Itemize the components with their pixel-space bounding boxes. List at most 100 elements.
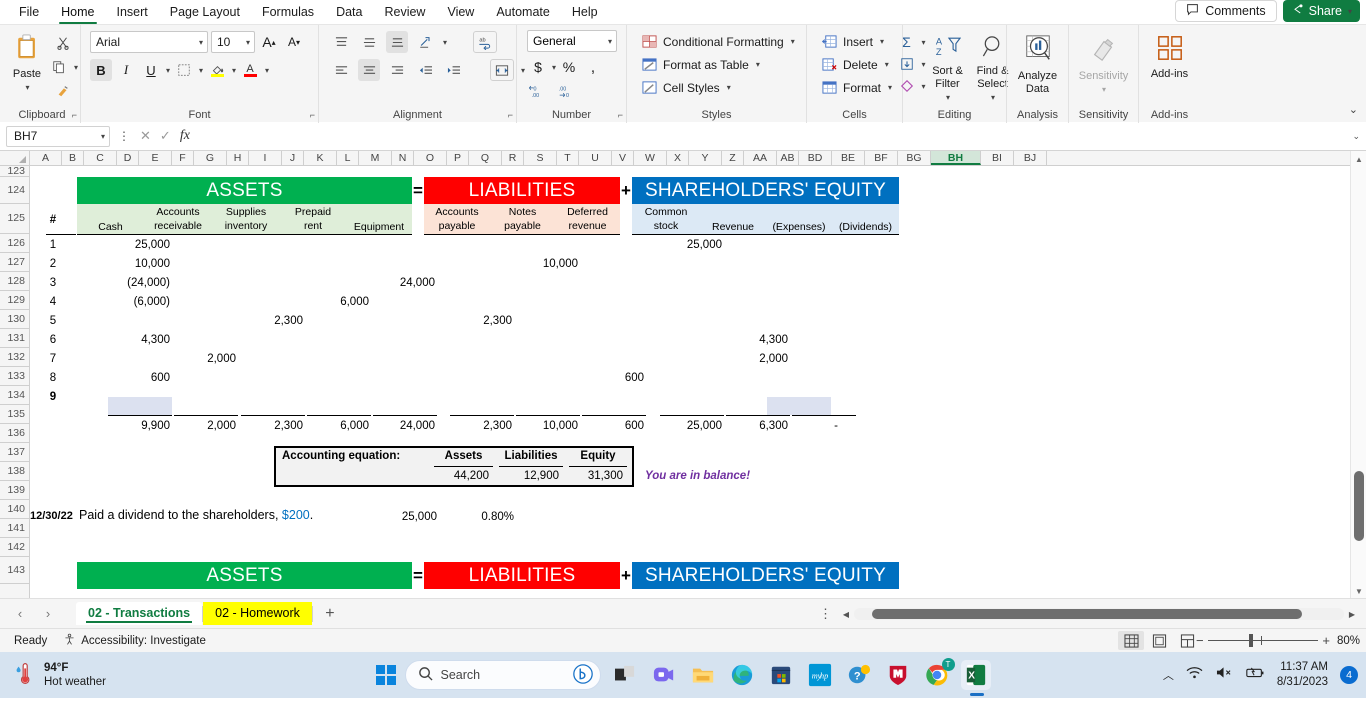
comments-button[interactable]: Comments [1175,0,1277,22]
ribbon-tab-automate[interactable]: Automate [485,2,561,23]
cut-button[interactable] [48,32,78,54]
column-header-j[interactable]: J [282,151,304,165]
autosum-button[interactable]: Σ [896,31,918,53]
enter-entry-icon[interactable]: ✓ [160,128,171,144]
cell-cash-row6[interactable]: 4,300 [108,333,172,348]
format-cells-button[interactable]: Format ▾ [817,76,896,99]
row-header-141[interactable]: 141 [0,519,29,538]
clipboard-dialog-launcher[interactable]: ⌐ [72,110,77,120]
chevron-down-icon[interactable]: ▾ [1348,7,1352,16]
horizontal-scrollbar[interactable] [854,608,1344,620]
chevron-down-icon[interactable]: ▾ [608,37,612,46]
column-header-d[interactable]: D [117,151,139,165]
collapse-ribbon-button[interactable]: ⌄ [1349,103,1358,116]
column-header-be[interactable]: BE [832,151,865,165]
ribbon-tab-data[interactable]: Data [325,2,373,23]
chevron-down-icon[interactable]: ▾ [265,66,269,75]
increase-font-size-button[interactable]: A ▴ [258,31,280,53]
column-header-c[interactable]: C [84,151,117,165]
cell-cash-row1[interactable]: 25,000 [108,238,172,253]
row-header-134[interactable]: 134 [0,386,29,405]
chevron-down-icon[interactable]: ▾ [991,91,995,104]
row-header-130[interactable]: 130 [0,310,29,329]
wrap-text-button[interactable]: ab [473,31,498,53]
decrease-indent-button[interactable] [414,59,436,81]
row-header-137[interactable]: 137 [0,443,29,462]
cell-supplies-inventory-row5[interactable]: 2,300 [241,314,305,329]
sort-and-filter-button[interactable]: A Z Sort & Filter ▾ [926,30,970,104]
vertical-scrollbar-thumb[interactable] [1354,471,1364,541]
select-all-button[interactable] [0,151,30,165]
scroll-right-arrow-icon[interactable]: ▶ [1344,610,1360,619]
myhp-icon[interactable]: my hp [805,660,835,690]
sheet-tab-homework[interactable]: 02 - Homework [203,602,312,625]
row-header-131[interactable]: 131 [0,329,29,348]
chevron-down-icon[interactable]: ▾ [791,37,795,46]
chevron-down-icon[interactable]: ▾ [880,37,884,46]
row-header-133[interactable]: 133 [0,367,29,386]
cell-revenue-row6[interactable]: 4,300 [726,333,790,348]
scroll-down-arrow-icon[interactable]: ▼ [1351,583,1366,599]
accounting-format-button[interactable]: $ [527,56,549,78]
expand-formula-bar-icon[interactable]: ⌄ [1346,131,1360,142]
highlighted-cell-cash[interactable] [108,397,172,415]
row-header-124[interactable]: 124 [0,177,29,204]
total-accounts-payable[interactable]: 2,300 [450,419,514,434]
chevron-down-icon[interactable]: ▾ [888,83,892,92]
chrome-icon[interactable]: T [922,658,955,690]
italic-button[interactable]: I [115,59,137,81]
ribbon-tab-page-layout[interactable]: Page Layout [159,2,251,23]
chevron-down-icon[interactable]: ▾ [199,66,203,75]
decrease-font-size-button[interactable]: A ▾ [283,31,305,53]
row-header-139[interactable]: 139 [0,481,29,500]
column-header-bf[interactable]: BF [865,151,898,165]
align-middle-button[interactable] [358,31,380,53]
column-header-i[interactable]: I [249,151,282,165]
cell-accounts-receivable-row7[interactable]: 2,000 [174,352,238,367]
increase-decimal-button[interactable]: 0.00 [527,82,549,100]
start-button[interactable] [375,665,396,685]
teams-icon[interactable] [649,660,679,690]
column-header-aa[interactable]: AA [744,151,777,165]
total-deferred-revenue[interactable]: 600 [582,419,646,434]
tab-overflow-handle[interactable]: ⋮ [813,606,838,622]
row-header-135[interactable]: 135 [0,405,29,424]
total-notes-payable[interactable]: 10,000 [516,419,580,434]
column-header-bg[interactable]: BG [898,151,931,165]
zoom-in-button[interactable]: + [1322,633,1330,648]
cancel-entry-icon[interactable]: ✕ [140,128,151,144]
mcafee-icon[interactable] [883,660,913,690]
zoom-out-button[interactable]: − [1196,633,1204,648]
row-header-138[interactable]: 138 [0,462,29,481]
chevron-down-icon[interactable]: ▾ [1102,83,1106,96]
row-header-136[interactable]: 136 [0,424,29,443]
total-equipment[interactable]: 24,000 [373,419,437,434]
total-prepaid-rent[interactable]: 6,000 [307,419,371,434]
total-supplies-inventory[interactable]: 2,300 [241,419,305,434]
microsoft-store-icon[interactable] [766,660,796,690]
font-size-select[interactable]: 10 ▾ [211,31,255,53]
name-box[interactable]: BH7 ▾ [6,125,110,147]
total-revenue[interactable]: 6,300 [726,419,790,434]
total-cash[interactable]: 9,900 [108,419,172,434]
column-header-b[interactable]: B [62,151,84,165]
column-header-s[interactable]: S [524,151,557,165]
cell-equipment-row3[interactable]: 24,000 [373,276,437,291]
insert-cells-button[interactable]: Insert ▾ [817,30,888,53]
cell-cash-row4[interactable]: (6,000) [108,295,172,310]
underline-button[interactable]: U [140,59,162,81]
column-header-n[interactable]: N [392,151,414,165]
column-header-e[interactable]: E [139,151,172,165]
volume-muted-icon[interactable] [1215,665,1233,685]
comma-style-button[interactable]: , [582,56,604,78]
chevron-down-icon[interactable]: ▾ [199,38,203,47]
cell-common-stock-row1[interactable]: 25,000 [660,238,724,253]
column-header-bh[interactable]: BH [931,151,981,165]
align-top-button[interactable] [330,31,352,53]
page-layout-view-button[interactable] [1146,631,1172,650]
chevron-down-icon[interactable]: ▾ [946,91,950,104]
chevron-down-icon[interactable]: ▾ [246,38,250,47]
format-painter-button[interactable] [48,80,78,102]
cell-cash-row2[interactable]: 10,000 [108,257,172,272]
cell-cash-row8[interactable]: 600 [108,371,172,386]
